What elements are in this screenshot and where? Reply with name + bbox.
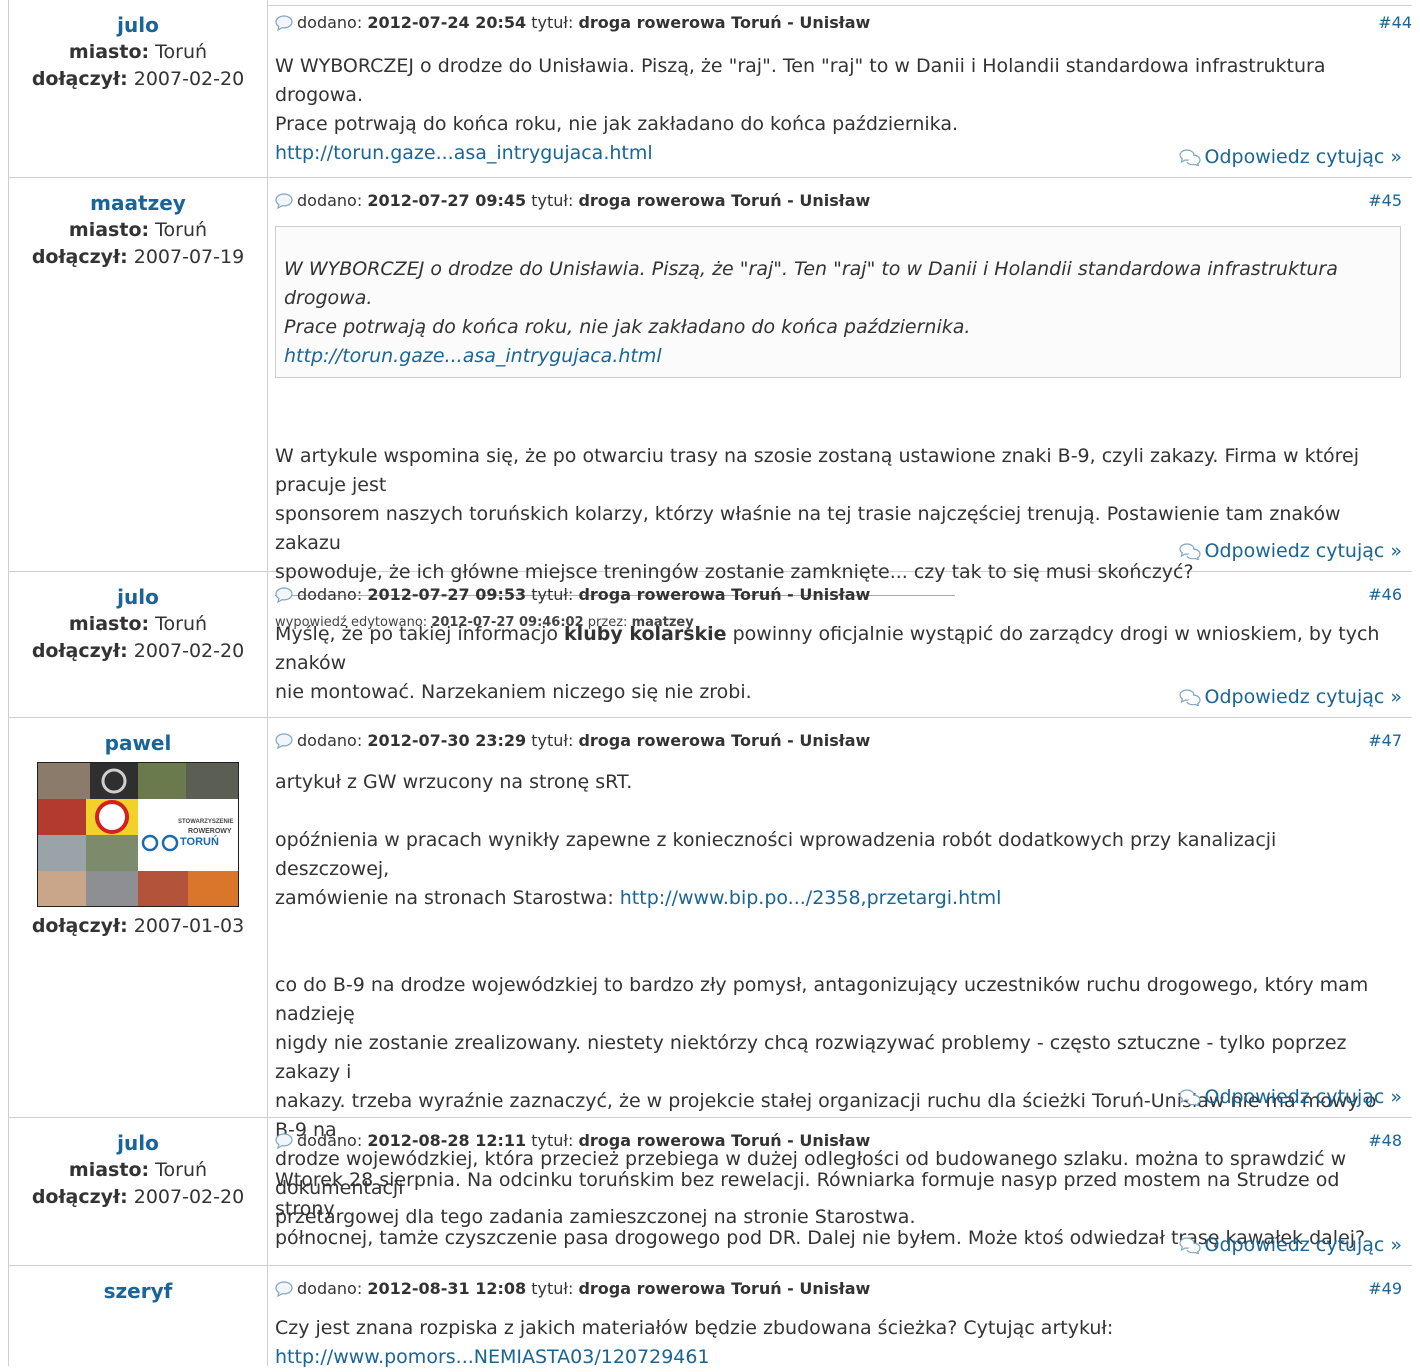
author-city: miasto: Toruń — [68, 1159, 208, 1181]
post-number[interactable]: #49 — [1368, 1279, 1402, 1299]
post-body: dodano: 2012-08-31 12:08 tytuł: droga ro… — [275, 1266, 1412, 1368]
forum-post: julo miasto: Toruń dołączył: 2007-02-20 … — [8, 572, 1412, 718]
author-city: miasto: Toruń — [68, 219, 208, 241]
post-body: dodano: 2012-07-27 09:53 tytuł: droga ro… — [275, 572, 1412, 717]
author-nick[interactable]: szeryf — [9, 1278, 267, 1305]
post-number[interactable]: #47 — [1368, 731, 1402, 751]
author-joined: dołączył: 2007-02-20 — [31, 1186, 245, 1208]
post-meta: dodano: 2012-07-30 23:29 tytuł: droga ro… — [275, 731, 870, 754]
reply-bubbles-icon — [1178, 1237, 1201, 1256]
author-nick[interactable]: julo — [9, 584, 267, 611]
comment-bubble-icon — [275, 15, 293, 36]
article-link[interactable]: http://torun.gaze...asa_intrygujaca.html — [275, 142, 653, 164]
quoted-article-link[interactable]: http://torun.gaze...asa_intrygujaca.html — [284, 345, 662, 367]
author-joined: dołączył: 2007-07-19 — [31, 246, 245, 268]
author-nick[interactable]: julo — [9, 12, 267, 39]
comment-bubble-icon — [275, 733, 293, 754]
author-joined: dołączył: 2007-02-20 — [31, 68, 245, 90]
quote-reply-button[interactable]: Odpowiedz cytując » — [1178, 145, 1402, 169]
post-text: Czy jest znana rozpiska z jakich materia… — [275, 1317, 1114, 1368]
comment-bubble-icon — [275, 1281, 293, 1302]
author-joined: dołączył: 2007-01-03 — [31, 915, 245, 937]
forum-post: szeryf dodano: 2012-08-31 12:08 tytuł: d… — [8, 1266, 1412, 1368]
author-nick[interactable]: julo — [9, 1130, 267, 1157]
post-thread-title: droga rowerowa Toruń - Unisław — [578, 191, 871, 210]
post-thread-title: droga rowerowa Toruń - Unisław — [578, 13, 871, 32]
comment-bubble-icon — [275, 587, 293, 608]
post-date: 2012-07-30 23:29 — [367, 731, 527, 750]
article-link[interactable]: http://www.pomors...NEMIASTA03/120729461 — [275, 1346, 710, 1368]
author-nick[interactable]: maatzey — [9, 190, 267, 217]
quote-block: W WYBORCZEJ o drodze do Unisławia. Piszą… — [275, 226, 1401, 378]
quote-reply-button[interactable]: Odpowiedz cytując » — [1178, 539, 1402, 563]
tender-link[interactable]: http://www.bip.po.../2358,przetargi.html — [620, 887, 1002, 909]
post-thread-title: droga rowerowa Toruń - Unisław — [578, 1131, 871, 1150]
avatar: STOWARZYSZENIE ROWEROWY TORUŃ — [37, 762, 239, 907]
post-thread-title: droga rowerowa Toruń - Unisław — [578, 1279, 871, 1298]
quote-reply-button[interactable]: Odpowiedz cytując » — [1178, 685, 1402, 709]
post-author: julo miasto: Toruń dołączył: 2007-02-20 — [8, 572, 268, 717]
post-body: dodano: 2012-07-24 20:54 tytuł: droga ro… — [275, 0, 1412, 177]
quote-reply-button[interactable]: Odpowiedz cytując » — [1178, 1085, 1402, 1109]
forum-post: maatzey miasto: Toruń dołączył: 2007-07-… — [8, 178, 1412, 630]
author-city: miasto: Toruń — [68, 41, 208, 63]
post-author: maatzey miasto: Toruń dołączył: 2007-07-… — [8, 178, 268, 571]
post-body: dodano: 2012-08-28 12:11 tytuł: droga ro… — [275, 1118, 1412, 1265]
quote-reply-button[interactable]: Odpowiedz cytując » — [1178, 1233, 1402, 1257]
reply-bubbles-icon — [1178, 149, 1201, 168]
post-meta: dodano: 2012-07-27 09:45 tytuł: droga ro… — [275, 191, 870, 214]
comment-bubble-icon — [275, 1133, 293, 1154]
post-author: julo miasto: Toruń dołączył: 2007-02-20 — [8, 1118, 268, 1265]
post-meta: dodano: 2012-08-28 12:11 tytuł: droga ro… — [275, 1131, 870, 1154]
post-date: 2012-07-27 09:45 — [367, 191, 527, 210]
forum-post: pawel STOWARZYSZENIE ROWEROWY TORUŃ dołą… — [8, 718, 1412, 1228]
post-number[interactable]: #46 — [1368, 585, 1402, 605]
post-number[interactable]: #44 — [1378, 13, 1412, 33]
author-nick[interactable]: pawel — [9, 730, 267, 757]
post-meta: dodano: 2012-07-27 09:53 tytuł: droga ro… — [275, 585, 870, 608]
post-number[interactable]: #45 — [1368, 191, 1402, 211]
post-thread-title: droga rowerowa Toruń - Unisław — [578, 731, 871, 750]
post-author: szeryf — [8, 1266, 268, 1366]
post-author: pawel STOWARZYSZENIE ROWEROWY TORUŃ dołą… — [8, 718, 268, 1117]
forum-post: julo miasto: Toruń dołączył: 2007-02-20 … — [8, 0, 1412, 178]
forum-post: julo miasto: Toruń dołączył: 2007-02-20 … — [8, 1118, 1412, 1266]
svg-text:ROWEROWY: ROWEROWY — [188, 828, 232, 835]
post-date: 2012-07-27 09:53 — [367, 585, 527, 604]
post-date: 2012-08-31 12:08 — [367, 1279, 527, 1298]
comment-bubble-icon — [275, 193, 293, 214]
reply-bubbles-icon — [1178, 543, 1201, 562]
post-date: 2012-08-28 12:11 — [367, 1131, 527, 1150]
avatar-text: STOWARZYSZENIE — [178, 819, 234, 825]
post-date: 2012-07-24 20:54 — [367, 13, 527, 32]
svg-text:TORUŃ: TORUŃ — [180, 835, 219, 848]
post-number[interactable]: #48 — [1368, 1131, 1402, 1151]
post-body: dodano: 2012-07-27 09:45 tytuł: droga ro… — [275, 178, 1412, 630]
post-thread-title: droga rowerowa Toruń - Unisław — [578, 585, 871, 604]
reply-bubbles-icon — [1178, 1089, 1201, 1108]
post-body: dodano: 2012-07-30 23:29 tytuł: droga ro… — [275, 718, 1412, 1228]
reply-bubbles-icon — [1178, 689, 1201, 708]
post-meta: dodano: 2012-08-31 12:08 tytuł: droga ro… — [275, 1279, 870, 1302]
author-city: miasto: Toruń — [68, 613, 208, 635]
post-author: julo miasto: Toruń dołączył: 2007-02-20 — [8, 0, 268, 177]
post-meta: dodano: 2012-07-24 20:54 tytuł: droga ro… — [275, 13, 870, 36]
author-joined: dołączył: 2007-02-20 — [31, 640, 245, 662]
